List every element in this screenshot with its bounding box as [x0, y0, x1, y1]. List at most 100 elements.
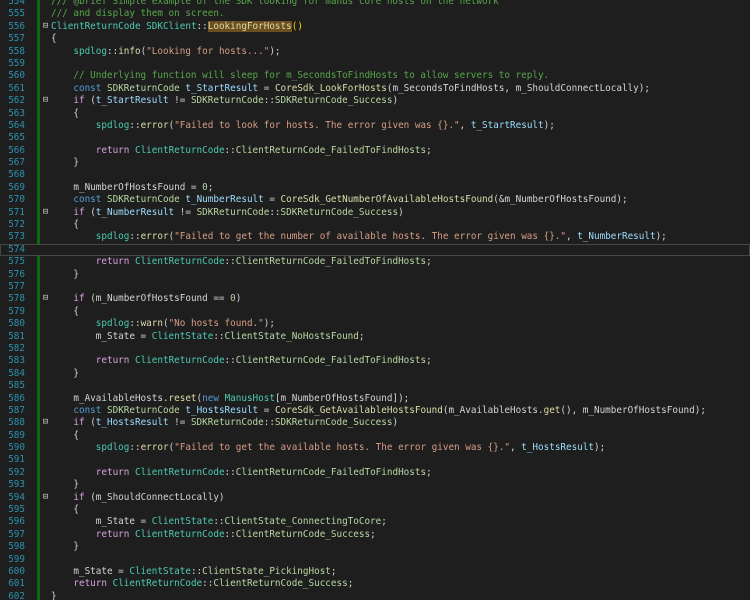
code-token: error: [140, 442, 169, 454]
code-line[interactable]: 599: [0, 554, 750, 566]
code-line[interactable]: 601 return ClientReturnCode::ClientRetur…: [0, 578, 750, 590]
code-line[interactable]: 567 }: [0, 157, 750, 169]
code-line[interactable]: 575 return ClientReturnCode::ClientRetur…: [0, 256, 750, 268]
code-line[interactable]: 580 spdlog::warn("No hosts found.");: [0, 318, 750, 330]
code-line[interactable]: 576 }: [0, 269, 750, 281]
code-line[interactable]: 563 {: [0, 108, 750, 120]
code-token: return: [95, 355, 130, 367]
code-line[interactable]: 559: [0, 58, 750, 70]
code-line[interactable]: 600 m_State = ClientState::ClientState_P…: [0, 566, 750, 578]
code-line[interactable]: 594 ⊟ if (m_ShouldConnectLocally): [0, 492, 750, 504]
code-line[interactable]: 554 /// @brief Simple example of the SDK …: [0, 0, 750, 8]
fold-toggle-icon[interactable]: ⊟: [41, 294, 50, 303]
fold-toggle-icon[interactable]: ⊟: [41, 21, 50, 31]
code-line[interactable]: 574: [0, 243, 750, 257]
code-line[interactable]: 565: [0, 132, 750, 144]
code-line[interactable]: 583 return ClientReturnCode::ClientRetur…: [0, 355, 750, 367]
code-line[interactable]: 597 return ClientReturnCode::ClientRetur…: [0, 529, 750, 541]
code-line[interactable]: 596 m_State = ClientState::ClientState_C…: [0, 516, 750, 528]
code-token: "Failed to get the available hosts. The …: [174, 442, 511, 454]
line-number: 589: [8, 429, 25, 441]
code-line[interactable]: 557 {: [0, 33, 750, 45]
code-line[interactable]: 582: [0, 343, 750, 355]
code-text: if (t_NumberResult != SDKReturnCode::SDK…: [51, 207, 403, 219]
code-line[interactable]: 555 /// and display them on screen.: [0, 8, 750, 20]
code-line[interactable]: 568: [0, 169, 750, 181]
code-token: const: [73, 404, 102, 416]
code-line[interactable]: 595 {: [0, 504, 750, 516]
code-line[interactable]: 590 spdlog::error("Failed to get the ava…: [0, 442, 750, 454]
code-line[interactable]: 558 spdlog::info("Looking for hosts...")…: [0, 46, 750, 58]
code-token: !=: [168, 417, 191, 429]
code-token: (m_ShouldConnectLocally): [84, 491, 225, 503]
fold-toggle-icon[interactable]: ⊟: [41, 96, 50, 105]
code-line[interactable]: 570 const SDKReturnCode t_NumberResult =…: [0, 194, 750, 206]
code-token: {: [51, 429, 79, 441]
code-token: return: [73, 578, 107, 590]
code-token: error: [140, 231, 169, 243]
code-line[interactable]: 581 m_State = ClientState::ClientState_N…: [0, 331, 750, 343]
code-text: /// and display them on screen.: [51, 8, 225, 20]
code-line[interactable]: 589 {: [0, 430, 750, 442]
code-line[interactable]: 602}: [0, 591, 750, 600]
code-line[interactable]: 556 ⊟ ClientReturnCode SDKClient::LookingF…: [0, 20, 750, 33]
line-number: 574: [8, 243, 25, 255]
code-token: ClientState: [151, 516, 214, 528]
code-line[interactable]: 598 }: [0, 541, 750, 553]
code-line[interactable]: 562 ⊟ if (t_StartResult != SDKReturnCode:…: [0, 95, 750, 107]
line-number: 567: [8, 157, 25, 169]
code-line[interactable]: 571 ⊟ if (t_NumberResult != SDKReturnCode…: [0, 207, 750, 219]
code-line[interactable]: 592 return ClientReturnCode::ClientRetur…: [0, 467, 750, 479]
code-token: SDKReturnCode: [107, 404, 180, 416]
code-token: t_NumberResult: [577, 231, 656, 243]
code-line[interactable]: 569 m_NumberOfHostsFound = 0;: [0, 182, 750, 194]
code-line[interactable]: 572 {: [0, 219, 750, 231]
code-token: if: [73, 417, 85, 429]
code-line[interactable]: 564 spdlog::error("Failed to look for ho…: [0, 120, 750, 132]
code-token: SDKReturnCode_Success: [274, 95, 393, 107]
line-number: 599: [8, 553, 25, 565]
code-token: SDKReturnCode: [107, 82, 180, 94]
line-number: 595: [8, 504, 25, 516]
code-token: const: [73, 82, 102, 94]
code-line[interactable]: 588 ⊟ if (t_HostsResult != SDKReturnCode:…: [0, 417, 750, 429]
code-line[interactable]: 587 const SDKReturnCode t_HostsResult = …: [0, 405, 750, 417]
code-token: }: [51, 157, 79, 169]
line-number: 582: [8, 342, 25, 354]
code-line[interactable]: 584 }: [0, 368, 750, 380]
code-line[interactable]: 577: [0, 281, 750, 293]
code-token: ::: [263, 417, 275, 429]
code-token: ): [392, 417, 399, 429]
code-token: [m_NumberOfHostsFound]);: [274, 392, 410, 404]
code-line[interactable]: 573 spdlog::error("Failed to get the num…: [0, 231, 750, 243]
code-line[interactable]: 586 m_AvailableHosts.reset(new ManusHost…: [0, 393, 750, 405]
code-line[interactable]: 591: [0, 454, 750, 466]
code-text: }: [51, 541, 79, 553]
code-token: =: [263, 194, 281, 206]
fold-toggle-icon[interactable]: ⊟: [41, 207, 50, 217]
code-editor[interactable]: 554 /// @brief Simple example of the SDK …: [0, 0, 750, 600]
code-line[interactable]: 585: [0, 380, 750, 392]
code-line[interactable]: 560 // Underlying function will sleep fo…: [0, 70, 750, 82]
code-token: new: [202, 392, 219, 404]
line-number: 584: [8, 367, 25, 379]
code-line[interactable]: 578 ⊟ if (m_NumberOfHostsFound == 0): [0, 293, 750, 305]
code-token: if: [73, 293, 85, 305]
code-token: ClientReturnCode_FailedToFindHosts: [235, 355, 427, 367]
line-number: 566: [8, 144, 25, 156]
code-token: ;: [381, 516, 387, 528]
code-token: const: [73, 194, 102, 206]
code-line[interactable]: 593 }: [0, 479, 750, 491]
code-line[interactable]: 566 return ClientReturnCode::ClientRetur…: [0, 145, 750, 157]
code-token: return: [95, 528, 130, 540]
code-token: =: [258, 404, 275, 416]
code-token: /// @brief Simple example of the SDK loo…: [51, 0, 499, 7]
code-token: ::: [129, 442, 141, 454]
code-line[interactable]: 579 {: [0, 306, 750, 318]
fold-toggle-icon[interactable]: ⊟: [41, 418, 50, 427]
code-line[interactable]: 561 const SDKReturnCode t_StartResult = …: [0, 83, 750, 95]
fold-toggle-icon[interactable]: ⊟: [41, 492, 50, 502]
